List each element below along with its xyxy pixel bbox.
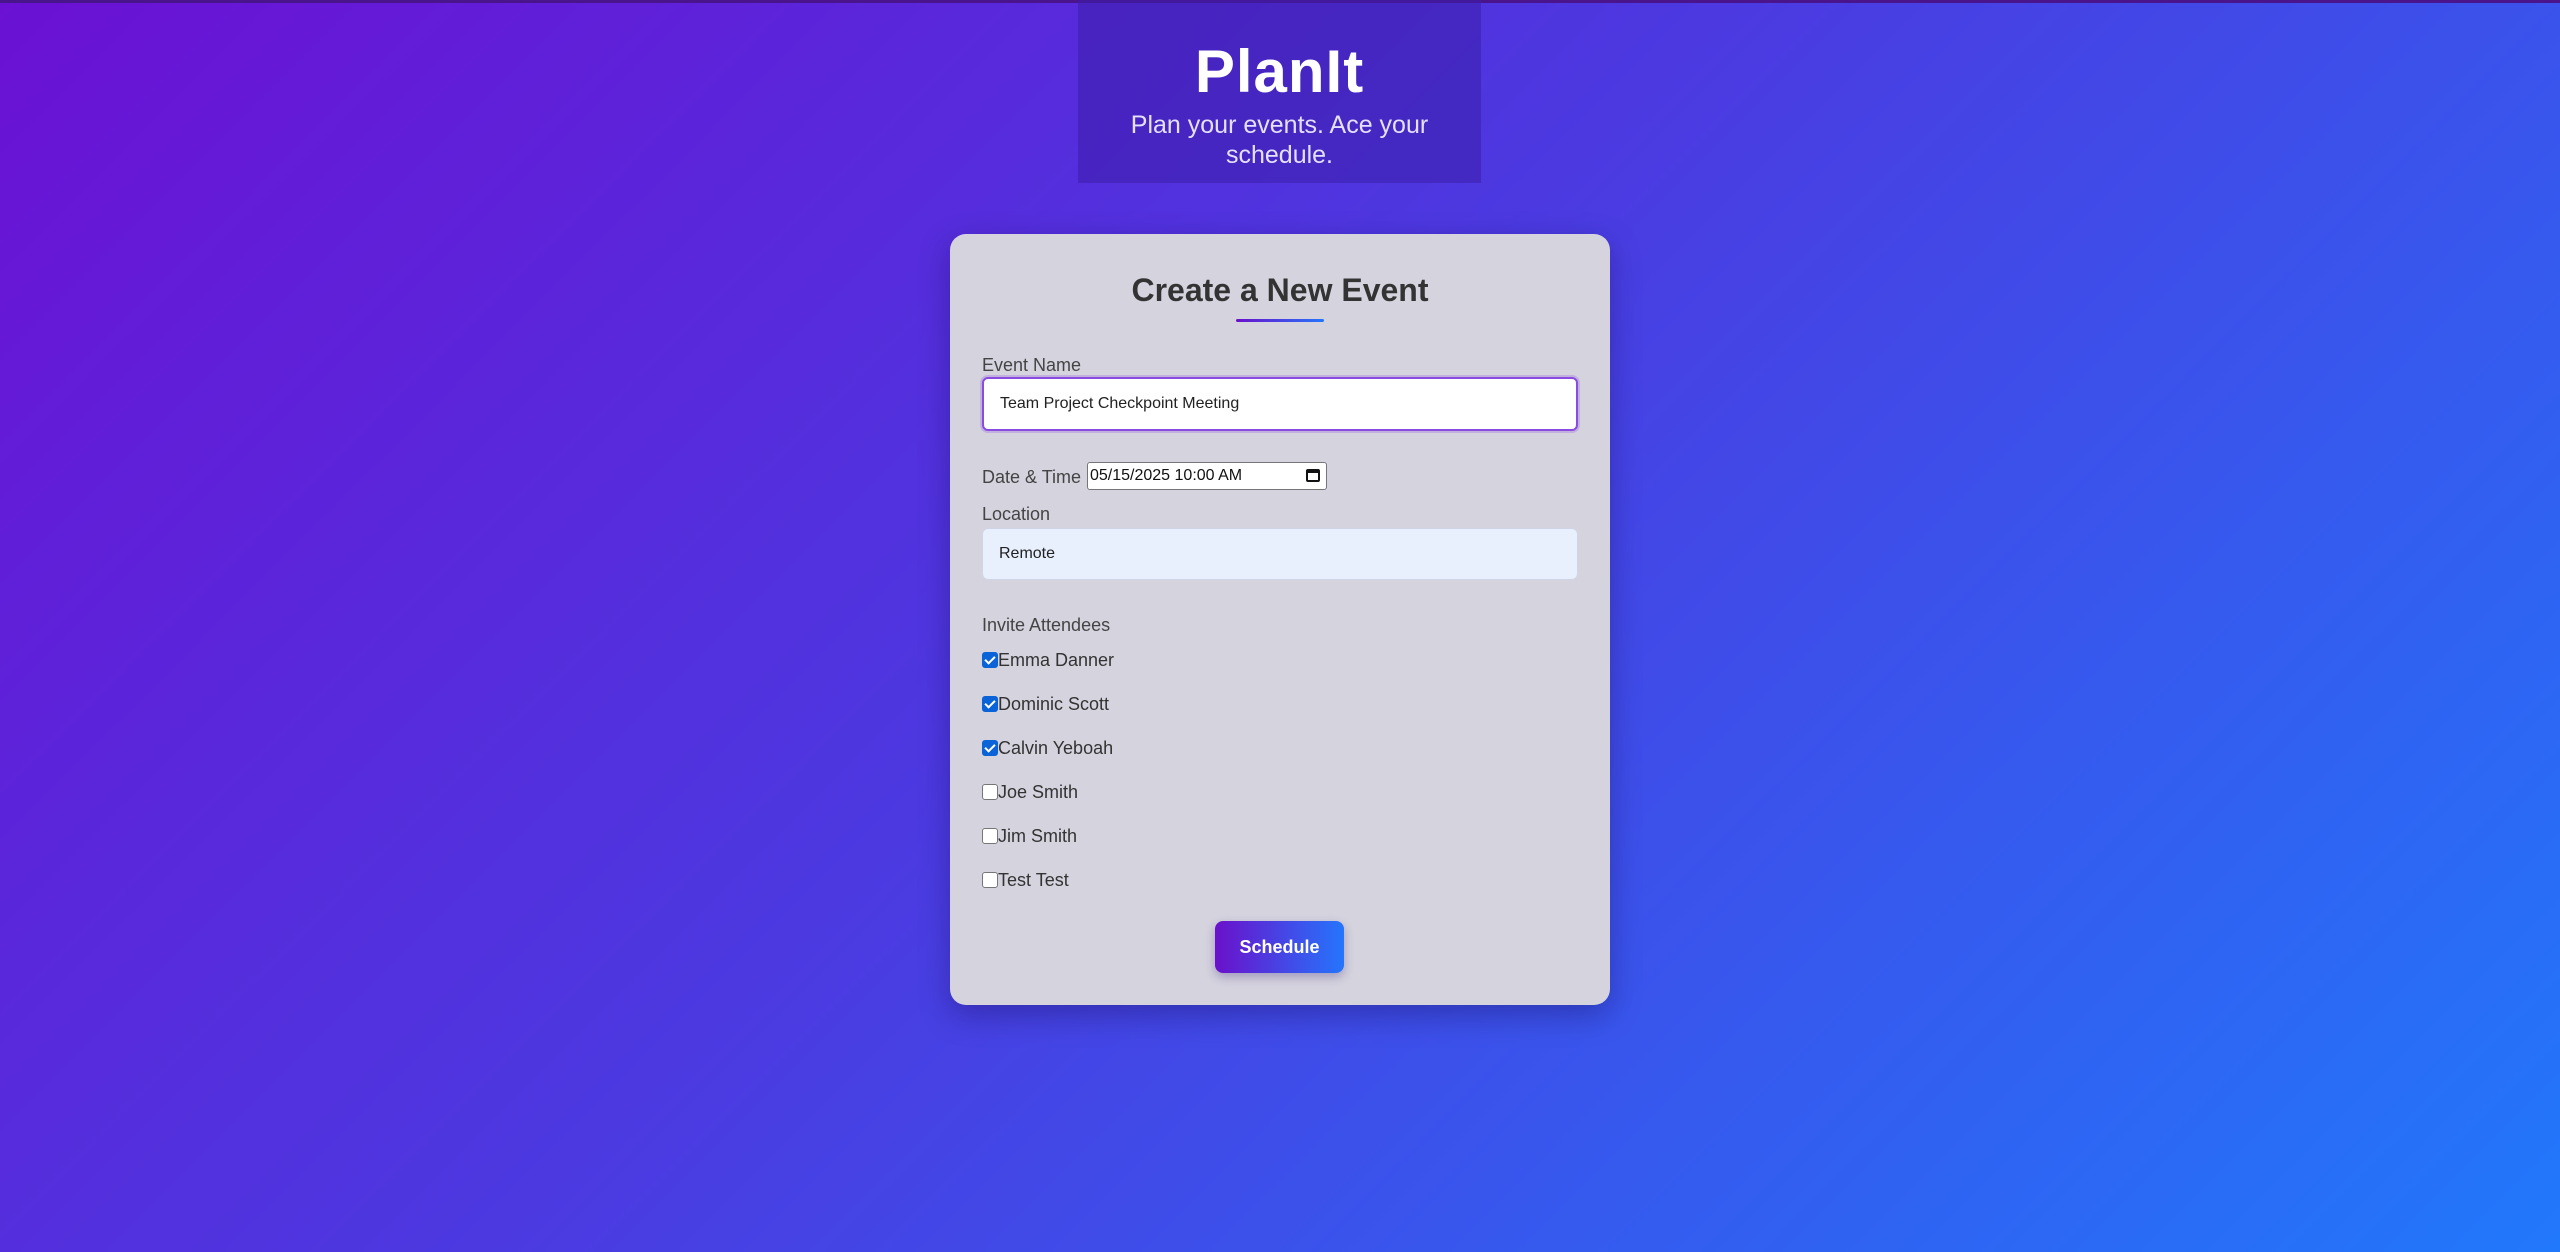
location-input[interactable] xyxy=(982,528,1578,580)
event-name-input[interactable] xyxy=(982,377,1578,431)
attendee-name: Test Test xyxy=(998,870,1069,890)
date-time-input[interactable]: 05/15/2025 10:00 AM xyxy=(1087,462,1327,490)
site-header: PlanIt Plan your events. Ace your schedu… xyxy=(1078,0,1481,183)
attendee-name: Jim Smith xyxy=(998,826,1078,846)
attendee-option[interactable]: Dominic Scott xyxy=(982,694,1109,714)
schedule-button[interactable]: Schedule xyxy=(1215,921,1344,973)
date-time-label: Date & Time xyxy=(982,467,1082,487)
attendee-checkbox[interactable] xyxy=(982,828,998,844)
attendee-checkbox[interactable] xyxy=(982,696,998,712)
attendee-option[interactable]: Joe Smith xyxy=(982,782,1078,802)
attendee-name: Joe Smith xyxy=(998,782,1079,802)
attendee-option[interactable]: Jim Smith xyxy=(982,826,1077,846)
location-label: Location xyxy=(982,504,1051,524)
date-time-value: 05/15/2025 10:00 AM xyxy=(1090,467,1243,484)
attendee-name: Calvin Yeboah xyxy=(998,738,1114,758)
form-heading: Create a New Event xyxy=(1131,272,1429,308)
event-name-label: Event Name xyxy=(982,355,1082,375)
app-tagline: Plan your events. Ace your schedule. xyxy=(1130,111,1429,169)
attendee-option[interactable]: Calvin Yeboah xyxy=(982,738,1113,758)
attendee-checkbox[interactable] xyxy=(982,740,998,756)
attendee-name: Emma Danner xyxy=(998,650,1115,670)
attendee-name: Dominic Scott xyxy=(998,694,1110,714)
create-event-card: Create a New Event Event Name Date & Tim… xyxy=(950,234,1610,1005)
attendee-checkbox[interactable] xyxy=(982,784,998,800)
attendee-option[interactable]: Test Test xyxy=(982,870,1069,890)
attendee-option[interactable]: Emma Danner xyxy=(982,650,1114,670)
calendar-icon[interactable] xyxy=(1306,469,1320,482)
heading-underline xyxy=(1236,319,1324,322)
app-title: PlanIt xyxy=(1194,38,1365,105)
attendee-checkbox[interactable] xyxy=(982,652,998,668)
attendee-checkbox[interactable] xyxy=(982,872,998,888)
invite-attendees-label: Invite Attendees xyxy=(982,615,1111,635)
